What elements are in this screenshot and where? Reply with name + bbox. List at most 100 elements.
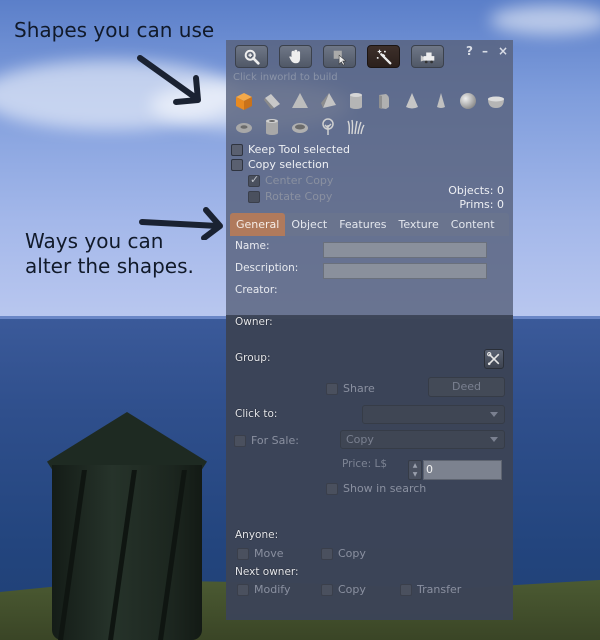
checkbox[interactable]	[231, 158, 243, 171]
shape-cube[interactable]	[232, 90, 256, 112]
arrow-up-icon[interactable]: ▲	[409, 461, 421, 470]
shape-prism[interactable]	[260, 90, 284, 112]
grass-icon	[347, 119, 365, 135]
shape-pyramid[interactable]	[288, 90, 312, 112]
show-in-search-checkbox[interactable]: Show in search	[326, 482, 426, 495]
tab-object[interactable]: Object	[285, 213, 333, 236]
checkbox[interactable]	[237, 583, 249, 596]
checkbox[interactable]	[234, 434, 246, 447]
tab-features[interactable]: Features	[333, 213, 392, 236]
next-owner-modify-checkbox[interactable]: Modify	[237, 583, 290, 596]
shape-hemisphere[interactable]	[484, 90, 508, 112]
half-cone-icon	[437, 93, 445, 108]
shape-torus[interactable]	[232, 116, 256, 138]
shape-cylinder[interactable]	[344, 90, 368, 112]
group-label: Group:	[235, 352, 271, 364]
tab-content[interactable]: Content	[445, 213, 501, 236]
next-owner-label: Next owner:	[235, 566, 299, 578]
tab-general[interactable]: General	[230, 213, 286, 236]
description-label: Description:	[235, 262, 299, 274]
pyramid-icon	[292, 93, 308, 108]
name-label: Name:	[235, 240, 270, 252]
checkbox[interactable]	[231, 143, 243, 156]
checkbox[interactable]	[248, 190, 260, 203]
next-owner-copy-checkbox[interactable]: Copy	[321, 583, 366, 596]
hand-icon	[288, 49, 300, 63]
prism-icon	[264, 94, 280, 109]
tab-bar: General Object Features Texture Content	[230, 213, 509, 236]
click-to-label: Click to:	[235, 408, 278, 420]
share-checkbox[interactable]: Share	[326, 382, 375, 395]
sphere-icon	[460, 93, 476, 109]
checkbox-checked[interactable]	[248, 173, 260, 187]
name-input[interactable]	[323, 242, 487, 258]
shape-tube[interactable]	[260, 116, 284, 138]
tree-icon	[322, 118, 334, 135]
copy-selection-label: Copy selection	[248, 158, 329, 171]
price-input[interactable]: 0	[423, 460, 502, 480]
price-stepper[interactable]: ▲ ▼	[408, 460, 422, 480]
checkbox[interactable]	[400, 583, 412, 596]
next-owner-transfer-label: Transfer	[417, 583, 462, 596]
create-tool-button[interactable]	[367, 45, 400, 68]
magnifier-icon	[244, 49, 260, 65]
move-tool-button[interactable]	[279, 45, 312, 68]
shape-half-cone[interactable]	[428, 90, 452, 112]
chevron-down-icon	[490, 412, 498, 417]
half-cylinder-icon	[379, 94, 389, 109]
cloud	[490, 5, 600, 35]
shape-ring[interactable]	[288, 116, 312, 138]
cylinder-icon	[350, 93, 362, 109]
creator-label: Creator:	[235, 284, 278, 296]
cone-icon	[406, 93, 418, 109]
anyone-copy-checkbox[interactable]: Copy	[321, 547, 366, 560]
for-sale-checkbox[interactable]: For Sale:	[234, 434, 299, 447]
checkbox[interactable]	[321, 583, 333, 596]
tetrahedron-icon	[321, 93, 336, 108]
set-group-button[interactable]	[484, 349, 504, 369]
share-label: Share	[343, 382, 375, 395]
copy-selection-checkbox[interactable]: Copy selection	[231, 158, 329, 171]
for-sale-label: For Sale:	[251, 434, 299, 447]
prims-count: Prims: 0	[459, 198, 504, 211]
sale-type-dropdown[interactable]: Copy	[340, 430, 505, 449]
tools-icon	[487, 352, 500, 366]
land-tool-button[interactable]	[411, 45, 444, 68]
show-in-search-label: Show in search	[343, 482, 427, 495]
shapes-row-2	[232, 116, 368, 138]
checkbox[interactable]	[321, 547, 333, 560]
shape-half-cylinder[interactable]	[372, 90, 396, 112]
anyone-move-checkbox[interactable]: Move	[237, 547, 284, 560]
chevron-down-icon	[490, 437, 498, 442]
focus-tool-button[interactable]	[235, 45, 268, 68]
click-to-dropdown[interactable]	[362, 405, 505, 424]
sale-type-value: Copy	[346, 433, 374, 446]
minimize-button[interactable]: –	[482, 44, 488, 58]
edit-tool-button[interactable]	[323, 45, 356, 68]
close-button[interactable]: ×	[498, 44, 508, 58]
shape-cone[interactable]	[400, 90, 424, 112]
center-copy-checkbox[interactable]: Center Copy	[248, 173, 334, 187]
center-copy-label: Center Copy	[265, 174, 334, 187]
shape-tree[interactable]	[316, 116, 340, 138]
checkbox[interactable]	[326, 382, 338, 395]
shape-tetrahedron[interactable]	[316, 90, 340, 112]
keep-tool-checkbox[interactable]: Keep Tool selected	[231, 143, 350, 156]
shapes-row-1	[232, 90, 508, 112]
help-button[interactable]: ?	[466, 44, 473, 58]
price-label: Price: L$	[342, 458, 388, 470]
rotate-copy-label: Rotate Copy	[265, 190, 333, 203]
next-owner-transfer-checkbox[interactable]: Transfer	[400, 583, 461, 596]
arrow-down-icon[interactable]: ▼	[409, 470, 421, 479]
checkbox[interactable]	[326, 482, 338, 495]
owner-label: Owner:	[235, 316, 273, 328]
description-input[interactable]	[323, 263, 487, 279]
rotate-copy-checkbox[interactable]: Rotate Copy	[248, 190, 332, 203]
tab-texture[interactable]: Texture	[393, 213, 445, 236]
deed-button[interactable]: Deed	[428, 377, 505, 397]
checkbox[interactable]	[237, 547, 249, 560]
select-arrow-icon	[333, 50, 347, 65]
shape-sphere[interactable]	[456, 90, 480, 112]
shape-grass[interactable]	[344, 116, 368, 138]
keep-tool-label: Keep Tool selected	[248, 143, 350, 156]
